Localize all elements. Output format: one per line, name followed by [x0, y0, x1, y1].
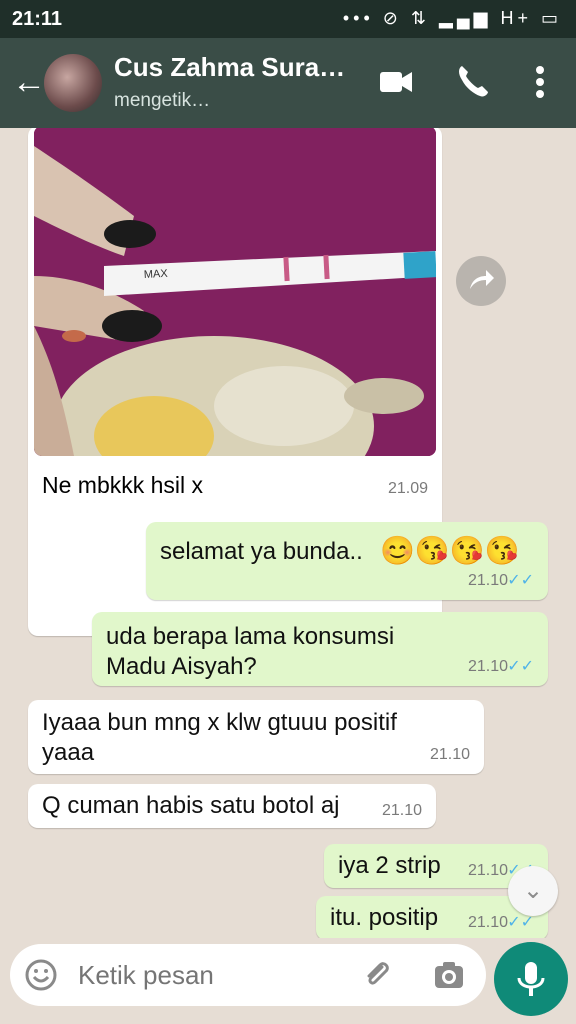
message-text: Q cuman habis satu botol aj — [42, 792, 340, 819]
mic-icon — [517, 962, 545, 996]
incoming-message[interactable]: Iyaaa bun mng x klw gtuuu positif yaaa 2… — [28, 700, 484, 774]
message-text: iya 2 strip — [338, 852, 441, 879]
status-bar: 21:11 ••• ⊘ ⇅ ▂▄▆ H+ ▭ — [0, 0, 576, 38]
video-call-icon[interactable] — [372, 58, 420, 106]
back-arrow-icon[interactable]: ← — [12, 62, 46, 102]
attach-icon[interactable] — [360, 958, 394, 992]
compose-bar — [0, 938, 576, 1024]
forward-icon[interactable] — [456, 256, 506, 306]
read-receipt-icon: ✓✓ — [507, 572, 534, 589]
avatar[interactable] — [44, 54, 102, 112]
camera-icon[interactable] — [430, 956, 468, 994]
status-time: 21:11 — [12, 8, 63, 30]
signal-icon: ▂▄▆ — [438, 8, 492, 28]
chat-header: ← Cus Zahma Sura… mengetik… — [0, 38, 576, 128]
message-time: 21.10 — [467, 572, 508, 589]
mute-icon: ⊘ — [382, 8, 402, 28]
outgoing-message[interactable]: uda berapa lama konsumsi Madu Aisyah? 21… — [92, 612, 548, 686]
scroll-down-icon[interactable]: ⌄ — [508, 866, 558, 916]
battery-icon: ▭ — [540, 8, 562, 28]
read-receipt-icon: ✓✓ — [507, 658, 534, 675]
contact-name[interactable]: Cus Zahma Sura… — [114, 52, 345, 83]
svg-text:MAX: MAX — [144, 268, 169, 281]
incoming-message[interactable]: Q cuman habis satu botol aj 21.10 — [28, 784, 436, 828]
message-time: 21.10 — [429, 746, 470, 763]
emoji-row: 😊😘😘😘 — [380, 535, 520, 566]
message-text: selamat ya bunda.. — [160, 538, 363, 565]
message-input[interactable] — [76, 954, 340, 996]
message-input-container[interactable] — [10, 944, 486, 1006]
message-time: 21.10 — [381, 802, 422, 819]
status-icons: ••• ⊘ ⇅ ▂▄▆ H+ ▭ — [343, 8, 562, 29]
chat-area[interactable]: MAX Ne mbkkk hsil x 21.09 selamat ya bun… — [0, 128, 576, 938]
mic-button[interactable] — [494, 942, 568, 1016]
message-time: 21.10 — [467, 658, 508, 675]
message-time: 21.09 — [387, 480, 428, 497]
message-text: Iyaaa bun mng x klw gtuuu positif yaaa — [42, 709, 397, 766]
notification-dots-icon: ••• — [342, 8, 374, 28]
message-time: 21.10 — [467, 862, 508, 879]
message-photo[interactable]: MAX — [34, 128, 436, 456]
network-type: H+ — [500, 8, 532, 28]
message-time: 21.10 — [467, 914, 508, 931]
typing-status: mengetik… — [114, 90, 211, 111]
message-text: itu. positip — [330, 904, 439, 931]
data-arrows-icon: ⇅ — [410, 8, 430, 28]
message-text: uda berapa lama konsumsi Madu Aisyah? — [106, 623, 395, 680]
more-icon[interactable] — [516, 58, 564, 106]
phone-icon[interactable] — [448, 58, 496, 106]
image-caption: Ne mbkkk hsil x — [42, 472, 204, 498]
emoji-icon[interactable] — [24, 958, 58, 992]
outgoing-message[interactable]: selamat ya bunda.. 😊😘😘😘 21.10 ✓✓ — [146, 522, 548, 600]
